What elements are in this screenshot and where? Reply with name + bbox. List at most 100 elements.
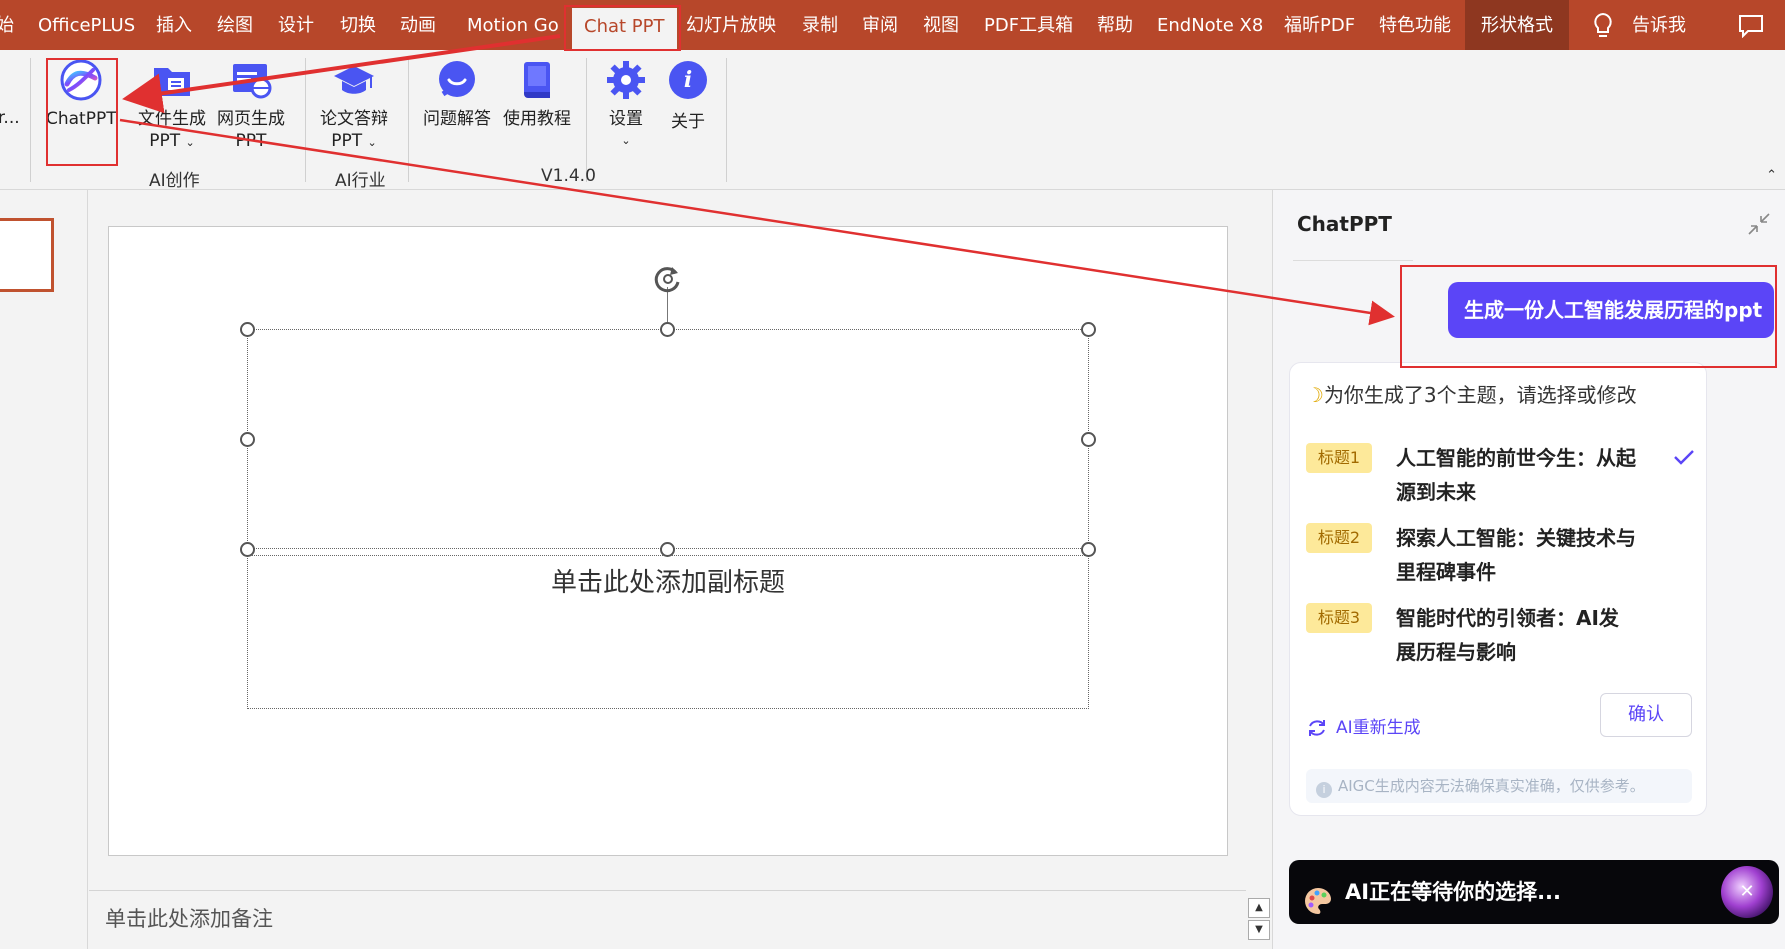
panel-divider (1293, 260, 1413, 261)
annotation-box-chatppt-button (46, 58, 118, 166)
subtitle-textbox[interactable]: 单击此处添加副标题 (247, 555, 1089, 709)
topic-tag: 标题2 (1306, 523, 1372, 553)
refresh-icon (1306, 717, 1328, 739)
close-icon[interactable]: ✕ (1721, 866, 1773, 918)
topic-text: 人工智能的前世今生：从起源到未来 (1396, 446, 1636, 504)
tab-transition[interactable]: 切换 (340, 0, 376, 50)
tutorial-button-label: 使用教程 (503, 109, 571, 129)
tab-view[interactable]: 视图 (923, 0, 959, 50)
title-textbox[interactable] (247, 329, 1089, 549)
chat-bubble-icon (435, 58, 479, 102)
resize-handle[interactable] (660, 542, 675, 557)
tab-pdf-toolbox[interactable]: PDF工具箱 (984, 0, 1073, 50)
regenerate-label: AI重新生成 (1336, 718, 1421, 738)
tutorial-button[interactable]: 使用教程 (503, 58, 571, 130)
web-generate-ppt-button[interactable]: 网页生成 PPT (217, 58, 285, 152)
tab-animation[interactable]: 动画 (400, 0, 436, 50)
topic-tag: 标题1 (1306, 443, 1372, 473)
file-generate-label: 文件生成 (138, 109, 206, 129)
tab-endnote[interactable]: EndNote X8 (1157, 0, 1263, 50)
thesis-defense-label: 论文答辩 (320, 109, 388, 129)
moon-icon: ☽ (1306, 383, 1324, 407)
ai-waiting-bar: AI正在等待你的选择... ✕ (1289, 860, 1779, 924)
thesis-defense-ppt-button[interactable]: 论文答辩 PPT ⌄ (320, 58, 388, 154)
ribbon-separator (586, 58, 587, 182)
resize-handle[interactable] (660, 322, 675, 337)
resize-handle[interactable] (1081, 322, 1096, 337)
slide-thumbnails (0, 190, 88, 949)
group-label-version: V1.4.0 (541, 166, 596, 186)
about-button[interactable]: i 关于 (666, 58, 710, 133)
ribbon-separator (305, 58, 306, 182)
thesis-defense-ppt-text: PPT (331, 131, 363, 151)
tab-foxit-pdf[interactable]: 福昕PDF (1284, 0, 1355, 50)
waiting-text: AI正在等待你的选择... (1345, 880, 1561, 904)
slide[interactable]: 单击此处添加副标题 (108, 226, 1228, 856)
collapse-panel-icon[interactable] (1747, 212, 1771, 236)
palette-icon (1303, 877, 1333, 914)
subtitle-placeholder: 单击此处添加副标题 (550, 568, 785, 598)
tab-shape-format[interactable]: 形状格式 (1465, 0, 1569, 50)
ribbon: r... ChatPPT 文件生成 PPT ⌄ 网页生成 PPT AI创作 论文… (0, 50, 1785, 191)
topic-suggestion-card: ☽为你生成了3个主题，请选择或修改 标题1 人工智能的前世今生：从起源到未来 标… (1289, 362, 1707, 816)
tab-start[interactable]: 始 (0, 0, 14, 50)
web-generate-label: 网页生成 (217, 109, 285, 129)
tab-officeplus[interactable]: OfficePLUS (38, 0, 135, 50)
checkmark-icon (1672, 447, 1696, 467)
truncated-ribbon-label: r... (0, 108, 20, 128)
tab-review[interactable]: 审阅 (862, 0, 898, 50)
folder-document-icon (150, 58, 194, 102)
tab-features[interactable]: 特色功能 (1379, 0, 1451, 50)
tab-help[interactable]: 帮助 (1097, 0, 1133, 50)
chevron-down-icon: ⌄ (621, 134, 631, 147)
settings-button-label: 设置 (609, 109, 643, 129)
tab-design[interactable]: 设计 (278, 0, 314, 50)
annotation-box-user-message (1400, 265, 1777, 368)
comment-icon[interactable] (1738, 0, 1764, 50)
qa-button-label: 问题解答 (423, 109, 491, 129)
disclaimer-text: AIGC生成内容无法确保真实准确，仅供参考。 (1338, 777, 1645, 795)
ribbon-separator (30, 58, 31, 182)
resize-handle[interactable] (240, 322, 255, 337)
confirm-button[interactable]: 确认 (1600, 693, 1692, 737)
tab-slideshow[interactable]: 幻灯片放映 (686, 0, 776, 50)
tab-record[interactable]: 录制 (802, 0, 838, 50)
ribbon-separator (726, 58, 727, 182)
card-header: ☽为你生成了3个主题，请选择或修改 (1306, 379, 1637, 408)
resize-handle[interactable] (240, 432, 255, 447)
chevron-down-icon: ⌄ (367, 136, 377, 149)
gear-icon (604, 58, 648, 102)
tab-insert[interactable]: 插入 (156, 0, 192, 50)
scroll-up-icon[interactable]: ▲ (1248, 898, 1270, 918)
tab-draw[interactable]: 绘图 (217, 0, 253, 50)
notes-pane[interactable]: 单击此处添加备注 (89, 890, 1246, 949)
chevron-down-icon: ⌄ (185, 136, 195, 149)
qa-button[interactable]: 问题解答 (423, 58, 491, 130)
lightbulb-icon[interactable] (1592, 0, 1614, 50)
notes-placeholder: 单击此处添加备注 (105, 907, 273, 931)
tab-tell-me[interactable]: 告诉我 (1632, 0, 1686, 50)
panel-title: ChatPPT (1297, 212, 1392, 236)
settings-button[interactable]: 设置 ⌄ (604, 58, 648, 152)
resize-handle[interactable] (240, 542, 255, 557)
graduation-cap-icon (332, 58, 376, 102)
topic-text: 智能时代的引领者：AI发展历程与影响 (1396, 606, 1619, 664)
regenerate-button[interactable]: AI重新生成 (1306, 713, 1421, 739)
rotate-handle-icon[interactable] (650, 261, 686, 297)
group-label-ai-industry: AI行业 (335, 171, 386, 191)
info-icon: i (1316, 782, 1332, 798)
slide-thumbnail-1[interactable] (0, 218, 54, 292)
scroll-down-icon[interactable]: ▼ (1248, 920, 1270, 940)
ribbon-separator (408, 58, 409, 182)
ai-assistant-orb[interactable]: ✕ (1721, 866, 1773, 918)
topic-text: 探索人工智能：关键技术与里程碑事件 (1396, 526, 1636, 584)
thesis-defense-ppt-label: PPT ⌄ (320, 130, 388, 154)
topic-tag: 标题3 (1306, 603, 1372, 633)
annotation-box-chat-ppt-tab (564, 5, 681, 51)
info-icon: i (666, 61, 710, 105)
collapse-ribbon-icon[interactable]: ⌃ (1766, 168, 1777, 183)
resize-handle[interactable] (1081, 542, 1096, 557)
resize-handle[interactable] (1081, 432, 1096, 447)
tab-motion-go[interactable]: Motion Go (467, 0, 559, 50)
file-generate-ppt-button[interactable]: 文件生成 PPT ⌄ (138, 58, 206, 154)
